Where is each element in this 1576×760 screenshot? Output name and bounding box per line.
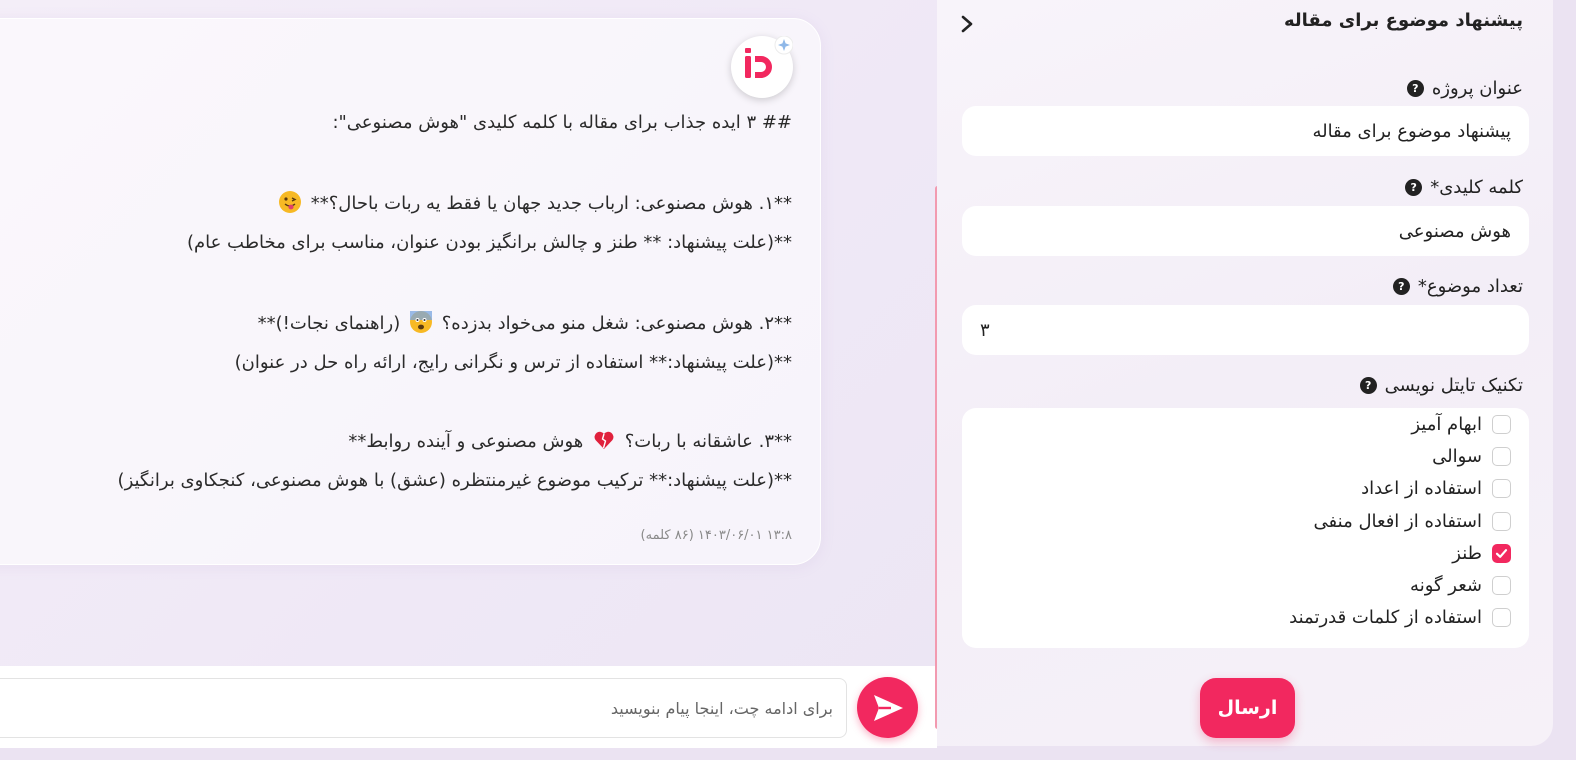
topic-count-label: تعداد موضوع* ?	[1392, 276, 1523, 297]
message-timestamp: ۱۳:۸ ۱۴۰۳/۰۶/۰۱ (۸۶ کلمه)	[640, 528, 792, 543]
submit-button[interactable]: ارسال	[1200, 678, 1295, 738]
technique-option-power-words[interactable]: استفاده از کلمات قدرتمند	[1289, 607, 1511, 628]
message-idea-1-title: **۱. هوش مصنوعی: ارباب جدید جهان یا فقط …	[20, 191, 792, 216]
assistant-avatar	[731, 36, 793, 98]
tongue-emoji-icon	[278, 191, 301, 213]
chevron-right-icon	[961, 15, 973, 33]
settings-panel: پیشنهاد موضوع برای مقاله عنوان پروژه ? ک…	[937, 0, 1553, 746]
checkbox[interactable]	[1492, 447, 1511, 466]
keyword-input[interactable]	[962, 206, 1529, 256]
help-icon[interactable]: ?	[1405, 179, 1423, 196]
panel-title: پیشنهاد موضوع برای مقاله	[1283, 10, 1523, 31]
send-arrow-icon	[873, 694, 903, 721]
broken-heart-icon	[593, 429, 615, 451]
checkbox[interactable]	[1492, 512, 1511, 531]
checkbox[interactable]	[1492, 608, 1511, 627]
message-heading: ## ۳ ایده جذاب برای مقاله با کلمه کلیدی …	[332, 112, 792, 133]
checkmark-icon	[1495, 549, 1508, 558]
project-title-label: عنوان پروژه ?	[1406, 78, 1523, 99]
fear-emoji-icon	[409, 311, 432, 333]
technique-option-numbers[interactable]: استفاده از اعداد	[1361, 478, 1511, 499]
checkbox-checked[interactable]	[1492, 544, 1511, 563]
technique-option-poetic[interactable]: شعر گونه	[1410, 575, 1511, 596]
send-message-button[interactable]	[857, 677, 918, 738]
help-icon[interactable]: ?	[1392, 278, 1410, 295]
topic-count-input[interactable]	[962, 305, 1529, 355]
message-idea-3-reason: **(علت پیشنهاد:** ترکیب موضوع غیرمنتظره …	[117, 470, 792, 491]
technique-checkbox-list: ابهام آمیز سوالی استفاده از اعداد استفاد…	[962, 408, 1529, 648]
checkbox[interactable]	[1492, 576, 1511, 595]
collapse-panel-button[interactable]	[956, 12, 978, 36]
project-title-input[interactable]	[962, 106, 1529, 156]
chat-message-input[interactable]	[11, 679, 833, 737]
technique-option-question[interactable]: سوالی	[1432, 446, 1511, 467]
assistant-logo-icon	[745, 36, 793, 78]
checkbox[interactable]	[1492, 415, 1511, 434]
message-idea-2-title: **۲. هوش مصنوعی: شغل منو می‌خواد بدزده؟ …	[257, 311, 792, 334]
keyword-label: کلمه کلیدی* ?	[1405, 177, 1523, 198]
chat-area: ## ۳ ایده جذاب برای مقاله با کلمه کلیدی …	[0, 0, 937, 748]
message-idea-1-reason: **(علت پیشنهاد: ** طنز و چالش برانگیز بو…	[186, 232, 792, 253]
technique-option-humor[interactable]: طنز	[1452, 543, 1511, 564]
message-idea-2-reason: **(علت پیشنهاد:** استفاده از ترس و نگران…	[234, 352, 792, 373]
help-icon[interactable]: ?	[1406, 80, 1424, 97]
composer-box	[0, 678, 847, 738]
title-technique-label: تکنیک تایتل نویسی ?	[1359, 375, 1523, 396]
message-idea-3-title: **۳. عاشقانه با ربات؟ هوش مصنوعی و آینده…	[348, 429, 792, 452]
help-icon[interactable]: ?	[1359, 377, 1377, 394]
technique-option-negative-verbs[interactable]: استفاده از افعال منفی	[1314, 511, 1511, 532]
checkbox[interactable]	[1492, 479, 1511, 498]
technique-option-ambiguous[interactable]: ابهام آمیز	[1411, 414, 1511, 435]
